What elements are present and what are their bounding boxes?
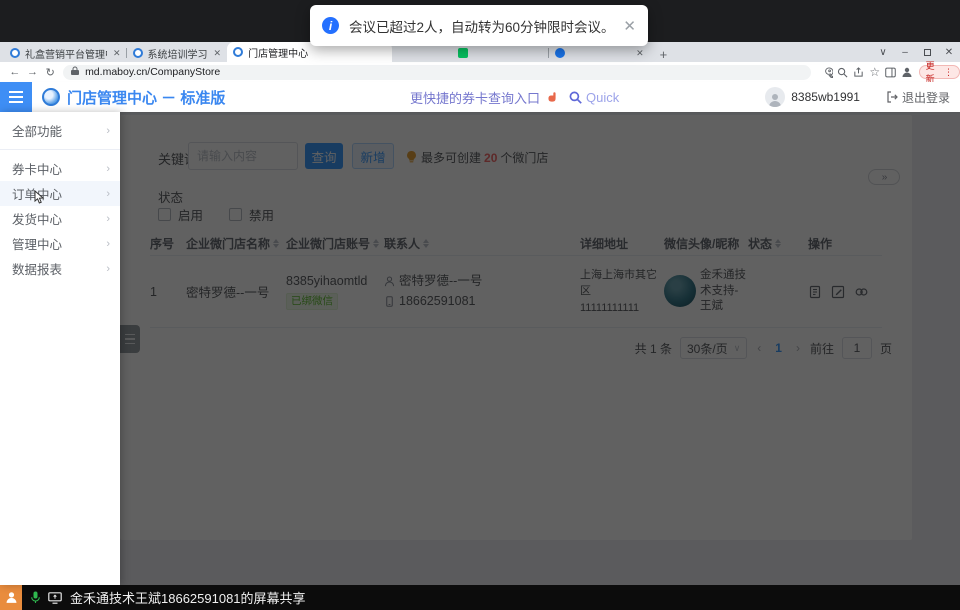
tab-gift-platform[interactable]: 礼盒营销平台管理中心 ✕ <box>4 44 127 62</box>
screenshare-icon <box>48 592 62 604</box>
quick-label[interactable]: Quick <box>586 90 619 105</box>
maximize-icon <box>924 49 931 56</box>
sidebar-item-all-functions[interactable]: 全部功能 › <box>0 118 120 143</box>
sidebar-item-label: 全部功能 <box>12 121 62 140</box>
share-icon[interactable] <box>851 65 867 79</box>
browser-menu-chevron[interactable]: ∨ <box>872 42 894 62</box>
sidebar-item-label: 数据报表 <box>12 259 62 278</box>
info-icon: i <box>322 17 339 34</box>
close-window-button[interactable]: ✕ <box>938 42 960 62</box>
tab-title: 礼盒营销平台管理中心 <box>25 46 107 61</box>
minimize-button[interactable]: – <box>894 42 916 62</box>
sidebar-item-label: 管理中心 <box>12 234 62 253</box>
mouse-cursor-icon <box>33 190 46 210</box>
sidebar-item-coupon-center[interactable]: 券卡中心 › <box>0 156 120 181</box>
promo-area: 更快捷的券卡查询入口 Quick <box>410 88 619 107</box>
window-controls: ∨ – ✕ <box>872 42 960 62</box>
sidebar-item-label: 券卡中心 <box>12 159 62 178</box>
tab-title: 系统培训学习 <box>148 46 208 61</box>
key-icon[interactable] <box>819 65 835 79</box>
quick-search-icon[interactable] <box>569 91 582 104</box>
pointing-hand-icon <box>546 91 559 104</box>
meeting-app-icon[interactable] <box>0 585 22 610</box>
meeting-toast: i 会议已超过2人，自动转为60分钟限时会议。 ✕ <box>310 5 648 46</box>
microphone-icon <box>30 591 41 604</box>
side-panel-icon[interactable] <box>883 65 899 79</box>
coupon-query-link[interactable]: 更快捷的券卡查询入口 <box>410 88 540 107</box>
username: 8385wb1991 <box>791 90 860 104</box>
tab-close-icon[interactable]: ✕ <box>214 48 222 59</box>
sidebar-item-order-center[interactable]: 订单中心 › <box>0 181 120 206</box>
new-tab-button[interactable]: + <box>650 47 678 62</box>
sidebar-item-label: 发货中心 <box>12 209 62 228</box>
chevron-right-icon: › <box>106 125 110 137</box>
app-header: 门店管理中心 － 标准版 更快捷的券卡查询入口 Quick 8385wb1991… <box>0 82 960 112</box>
divider <box>0 149 120 150</box>
tab-partial-blue[interactable]: ✕ <box>549 44 650 62</box>
tab-favicon <box>133 48 143 58</box>
url-text: md.maboy.cn/CompanyStore <box>85 66 220 78</box>
tab-favicon-blue <box>555 48 565 58</box>
tab-favicon <box>233 47 243 57</box>
screen: 礼盒营销平台管理中心 ✕ 系统培训学习 ✕ 门店管理中心 ✕ + ∨ – <box>0 0 960 610</box>
tab-favicon <box>10 48 20 58</box>
zoom-icon[interactable] <box>835 65 851 79</box>
chevron-right-icon: › <box>106 213 110 225</box>
app-logo <box>42 88 60 106</box>
drawer-mask[interactable] <box>120 112 960 585</box>
user-avatar[interactable] <box>765 87 785 107</box>
toast-close-icon[interactable]: ✕ <box>615 17 636 35</box>
back-button[interactable]: ← <box>6 66 24 78</box>
share-text: 金禾通技术王斌18662591081的屏幕共享 <box>70 588 306 607</box>
hamburger-icon <box>9 91 23 93</box>
tab-training[interactable]: 系统培训学习 ✕ <box>127 44 228 62</box>
chevron-right-icon: › <box>106 163 110 175</box>
screen-share-bar: 金禾通技术王斌18662591081的屏幕共享 <box>0 585 960 610</box>
lock-icon <box>71 66 79 78</box>
share-status-icons <box>30 591 62 604</box>
profile-avatar-icon[interactable] <box>899 65 915 79</box>
nav-drawer: 全部功能 › 券卡中心 › 订单中心 › 发货中心 › 管理中心 › 数据报表 … <box>0 112 120 585</box>
chrome-update-button[interactable]: 更新 ⋮ <box>919 65 960 79</box>
app-title: 门店管理中心 － 标准版 <box>67 87 225 108</box>
main-content: 关键词 查询 新增 最多可创建 20 个微门店 » 状态 启用 <box>120 112 960 585</box>
forward-button[interactable]: → <box>24 66 42 78</box>
logout-label: 退出登录 <box>902 89 950 106</box>
tab-close-icon[interactable]: ✕ <box>636 48 644 59</box>
toast-message: 会议已超过2人，自动转为60分钟限时会议。 <box>349 16 615 36</box>
tab-title: 门店管理中心 <box>248 45 308 60</box>
tab-close-icon[interactable]: ✕ <box>113 48 121 59</box>
tab-favicon-green <box>458 48 468 58</box>
logout-button[interactable]: 退出登录 <box>886 89 950 106</box>
sidebar-item-data-reports[interactable]: 数据报表 › <box>0 256 120 281</box>
chevron-right-icon: › <box>106 188 110 200</box>
chevron-right-icon: › <box>106 238 110 250</box>
tab-partial-wecom[interactable] <box>452 44 549 62</box>
url-bar[interactable]: md.maboy.cn/CompanyStore <box>63 65 811 80</box>
browser-address-bar: ← → ↻ md.maboy.cn/CompanyStore ☆ 更新 ⋮ <box>0 62 960 82</box>
hamburger-menu-button[interactable] <box>0 82 32 112</box>
chevron-right-icon: › <box>106 263 110 275</box>
kebab-menu-icon[interactable]: ⋮ <box>944 67 953 78</box>
reload-button[interactable]: ↻ <box>41 66 59 79</box>
header-right: 8385wb1991 退出登录 <box>765 87 950 107</box>
sidebar-item-management-center[interactable]: 管理中心 › <box>0 231 120 256</box>
sidebar-item-shipping-center[interactable]: 发货中心 › <box>0 206 120 231</box>
bookmark-star-icon[interactable]: ☆ <box>867 65 883 79</box>
